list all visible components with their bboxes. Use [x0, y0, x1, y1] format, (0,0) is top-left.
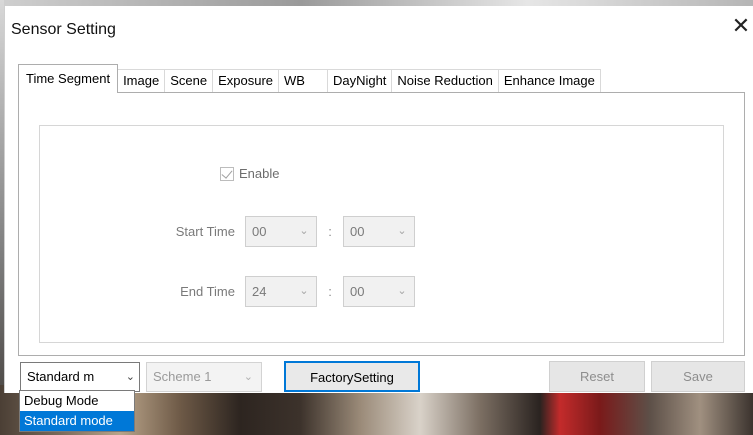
time-separator: :: [328, 224, 332, 239]
title-bar: Sensor Setting ✕: [5, 6, 753, 50]
enable-option[interactable]: Enable: [220, 166, 279, 181]
start-hour-value: 00: [252, 224, 267, 239]
time-separator: :: [328, 284, 332, 299]
start-time-row: Start Time 00 ⌄ : 00 ⌄: [160, 216, 415, 247]
time-segment-panel: Enable Start Time 00 ⌄ : 00 ⌄ End Time 2…: [18, 92, 745, 356]
enable-label: Enable: [239, 166, 280, 181]
scheme-select-value: Scheme 1: [153, 369, 212, 384]
chevron-down-icon: ⌄: [299, 225, 309, 237]
end-hour-value: 24: [252, 284, 267, 299]
start-minute-value: 00: [350, 224, 365, 239]
chevron-down-icon: ⌄: [243, 371, 253, 383]
end-hour-select[interactable]: 24 ⌄: [245, 276, 317, 307]
mode-select-value: Standard m: [27, 369, 95, 384]
mode-option-standard[interactable]: Standard mode: [20, 411, 134, 431]
end-time-row: End Time 24 ⌄ : 00 ⌄: [160, 276, 415, 307]
start-hour-select[interactable]: 00 ⌄: [245, 216, 317, 247]
factory-setting-button[interactable]: FactorySetting: [284, 361, 420, 392]
scheme-select[interactable]: Scheme 1 ⌄: [146, 362, 262, 392]
tab-exposure[interactable]: Exposure: [212, 69, 279, 93]
tab-bar: Time Segment Image Scene Exposure WB Day…: [18, 64, 601, 93]
chevron-down-icon: ⌄: [299, 285, 309, 297]
tab-noise-reduction[interactable]: Noise Reduction: [391, 69, 499, 93]
enable-checkbox[interactable]: [220, 166, 234, 181]
reset-button[interactable]: Reset: [549, 361, 645, 392]
end-minute-value: 00: [350, 284, 365, 299]
chevron-down-icon: ⌄: [125, 371, 135, 383]
sensor-setting-dialog: Sensor Setting ✕ Time Segment Image Scen…: [4, 6, 753, 393]
time-segment-group: Enable Start Time 00 ⌄ : 00 ⌄ End Time 2…: [39, 125, 724, 343]
chevron-down-icon: ⌄: [397, 225, 407, 237]
tab-enhance-image[interactable]: Enhance Image: [497, 69, 601, 93]
end-time-label: End Time: [180, 284, 235, 299]
save-button[interactable]: Save: [651, 361, 745, 392]
chevron-down-icon: ⌄: [397, 285, 407, 297]
end-minute-select[interactable]: 00 ⌄: [343, 276, 415, 307]
dialog-title: Sensor Setting: [11, 21, 116, 38]
tab-scene[interactable]: Scene: [164, 69, 214, 93]
start-minute-select[interactable]: 00 ⌄: [343, 216, 415, 247]
tab-time-segment[interactable]: Time Segment: [18, 64, 119, 93]
tab-wb[interactable]: WB: [278, 69, 328, 93]
mode-select[interactable]: Standard m ⌄: [20, 362, 140, 392]
mode-option-debug[interactable]: Debug Mode: [20, 391, 134, 411]
tab-daynight[interactable]: DayNight: [326, 69, 393, 93]
tab-image[interactable]: Image: [117, 69, 166, 93]
start-time-label: Start Time: [175, 224, 235, 239]
mode-dropdown-list: Debug Mode Standard mode: [19, 390, 135, 432]
close-icon[interactable]: ✕: [729, 16, 753, 40]
